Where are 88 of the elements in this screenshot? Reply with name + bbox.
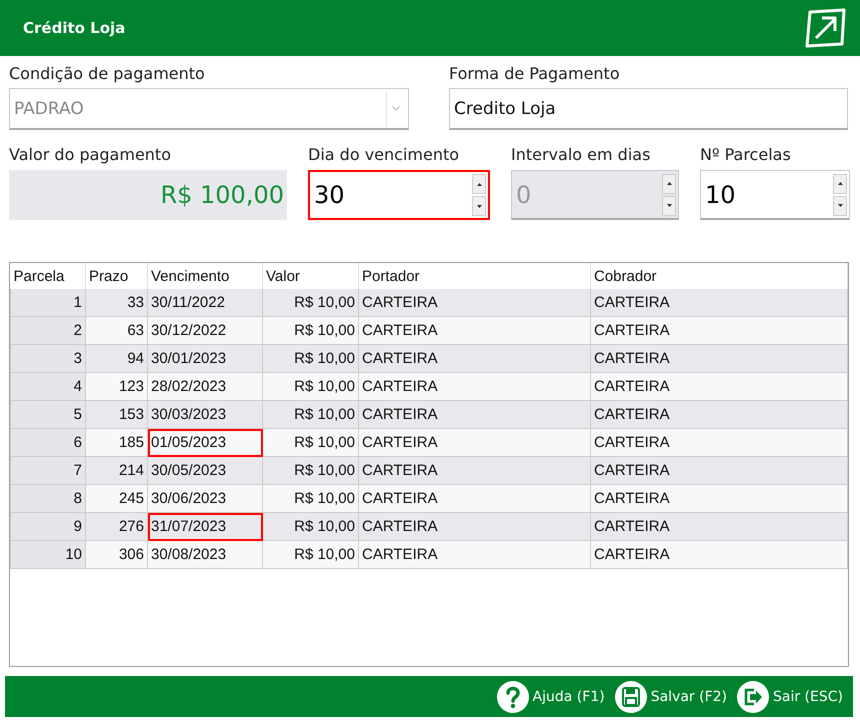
table-cell: CARTEIRA <box>358 400 590 428</box>
table-cell: CARTEIRA <box>590 512 848 540</box>
table-cell: 30/11/2022 <box>148 289 262 316</box>
table-cell: 7 <box>10 456 86 484</box>
field-label: Forma de Pagamento <box>449 63 621 85</box>
table-cell: CARTEIRA <box>590 428 848 456</box>
table-cell: 2 <box>10 316 86 344</box>
window-title: Crédito Loja <box>23 19 126 37</box>
table-cell: R$ 10,00 <box>262 540 358 568</box>
spin-up-button[interactable] <box>833 174 847 194</box>
table-cell: 9 <box>10 512 86 540</box>
help-button[interactable]: Ajuda (F1) <box>496 680 605 712</box>
table-cell: 94 <box>86 344 148 372</box>
table-cell: CARTEIRA <box>358 344 590 372</box>
table-cell: 6 <box>10 428 86 456</box>
table-cell: 214 <box>86 456 148 484</box>
table-cell: 153 <box>86 400 148 428</box>
input-field[interactable]: Credito Loja <box>449 88 848 130</box>
table-cell: 8 <box>10 484 86 512</box>
table-cell: CARTEIRA <box>590 344 848 372</box>
number-spinner[interactable]: 30 <box>308 170 490 220</box>
exit-button[interactable]: Sair (ESC) <box>737 680 843 712</box>
table-cell: R$ 10,00 <box>262 428 358 456</box>
table-cell: CARTEIRA <box>358 456 590 484</box>
table-cell: R$ 10,00 <box>262 372 358 400</box>
field-label: Nº Parcelas <box>700 144 792 166</box>
table-cell: CARTEIRA <box>358 316 590 344</box>
table-cell: CARTEIRA <box>358 512 590 540</box>
table-cell: R$ 10,00 <box>262 289 358 316</box>
table-cell: CARTEIRA <box>590 289 848 316</box>
table-cell: 10 <box>10 540 86 568</box>
table-cell: CARTEIRA <box>590 456 848 484</box>
table-cell: CARTEIRA <box>590 484 848 512</box>
table-cell: R$ 10,00 <box>262 484 358 512</box>
spin-up-button[interactable] <box>472 174 486 194</box>
caret-down-icon <box>838 204 842 207</box>
table-cell: 28/02/2023 <box>148 372 262 400</box>
field-label: Valor do pagamento <box>9 144 172 166</box>
caret-down-icon <box>476 204 482 208</box>
exit-door-icon <box>737 680 769 712</box>
help-icon <box>496 680 529 712</box>
number-spinner[interactable]: 10 <box>700 170 850 220</box>
spin-down-button[interactable] <box>472 196 486 216</box>
table-cell: CARTEIRA <box>590 372 848 400</box>
table-cell: CARTEIRA <box>358 428 590 456</box>
table-cell: 30/08/2023 <box>148 540 262 568</box>
field-label: Intervalo em dias <box>511 144 652 166</box>
save-button[interactable]: Salvar (F2) <box>614 680 727 712</box>
table-cell: 30/06/2023 <box>148 484 262 512</box>
arrow-logo-icon <box>804 8 848 48</box>
table-cell: R$ 10,00 <box>262 344 358 372</box>
table-cell: 4 <box>10 372 86 400</box>
table-cell: 1 <box>10 289 86 316</box>
caret-up-icon <box>838 182 842 185</box>
table-cell: 3 <box>10 344 86 372</box>
amount-field: R$ 100,00 <box>9 170 287 220</box>
table-cell: 245 <box>86 484 148 512</box>
table-cell: R$ 10,00 <box>262 400 358 428</box>
table-cell: 276 <box>86 512 148 540</box>
table-cell: R$ 10,00 <box>262 316 358 344</box>
field-label: Dia do vencimento <box>308 144 460 166</box>
table-cell: 63 <box>86 316 148 344</box>
caret-down-icon <box>666 204 672 207</box>
table-cell: 30/03/2023 <box>148 400 262 428</box>
table-cell: 5 <box>10 400 86 428</box>
table-cell: CARTEIRA <box>590 540 848 568</box>
field-label: Condição de pagamento <box>9 63 206 85</box>
table-cell: 30/12/2022 <box>148 316 262 344</box>
caret-up-icon <box>666 182 672 185</box>
table-cell: CARTEIRA <box>358 289 590 316</box>
table-cell: CARTEIRA <box>358 372 590 400</box>
table-cell: CARTEIRA <box>358 540 590 568</box>
caret-up-icon <box>476 182 482 186</box>
table-cell: 33 <box>86 289 148 316</box>
table-cell: 123 <box>86 372 148 400</box>
table-cell: CARTEIRA <box>358 484 590 512</box>
table-cell: 01/05/2023 <box>148 428 262 456</box>
floppy-disk-icon <box>614 680 647 712</box>
table-cell: 30/05/2023 <box>148 456 262 484</box>
table-cell: CARTEIRA <box>590 316 848 344</box>
table-cell: 185 <box>86 428 148 456</box>
table-cell: 306 <box>86 540 148 568</box>
table-cell: 31/07/2023 <box>148 512 262 540</box>
spin-down-button[interactable] <box>833 196 847 216</box>
table-cell: R$ 10,00 <box>262 456 358 484</box>
table-cell: R$ 10,00 <box>262 512 358 540</box>
table-cell: CARTEIRA <box>590 400 848 428</box>
table-cell: 30/01/2023 <box>148 344 262 372</box>
